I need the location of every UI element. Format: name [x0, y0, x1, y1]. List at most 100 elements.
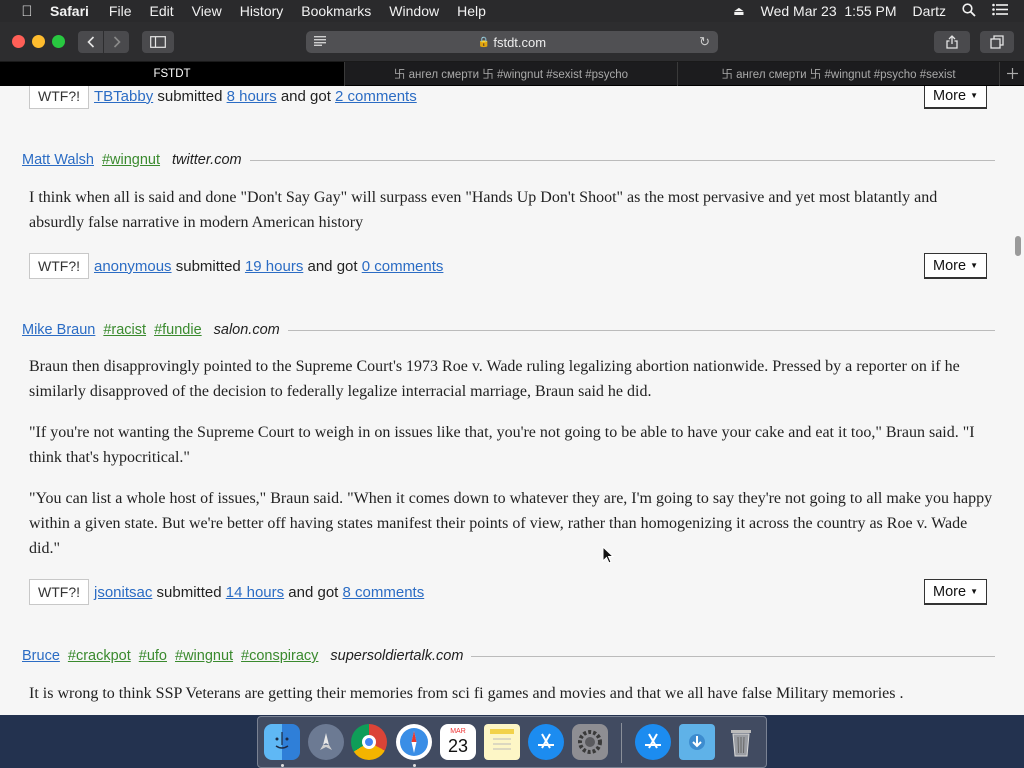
tag-link[interactable]: #ufo [139, 648, 167, 664]
divider [287, 329, 995, 331]
time-link[interactable]: 14 hours [226, 584, 284, 601]
plus-icon [1006, 68, 1018, 79]
finder-icon[interactable] [264, 724, 300, 760]
apple-icon[interactable]:  [18, 3, 36, 20]
system-preferences-icon[interactable] [572, 724, 608, 760]
web-content[interactable]: WTF?! TBTabby submitted 8 hours and got … [0, 86, 1024, 715]
source-label: supersoldiertalk.com [330, 648, 464, 664]
more-label: More [933, 87, 967, 104]
eject-icon[interactable]: ⏏ [733, 4, 744, 18]
lock-icon: 🔒 [477, 36, 491, 48]
submitted-text: submitted [156, 583, 222, 601]
downloads-folder-icon[interactable] [679, 724, 715, 760]
dock-separator [621, 723, 622, 763]
chrome-icon[interactable] [351, 724, 387, 760]
tag-link[interactable]: #wingnut [102, 152, 160, 168]
tab-2[interactable]: 卐 ангел смерти 卐 #wingnut #sexist #psych… [345, 62, 678, 86]
reload-icon[interactable]: ↻ [699, 34, 710, 50]
menu-history[interactable]: History [240, 3, 284, 19]
quote-paragraph: It is wrong to think SSP Veterans are ge… [29, 685, 904, 702]
minimize-window-button[interactable] [32, 35, 45, 48]
back-button[interactable] [78, 31, 103, 53]
quote-paragraph: I think when all is said and done "Don't… [29, 189, 938, 231]
notes-icon[interactable] [484, 724, 520, 760]
more-button[interactable]: More ▼ [924, 579, 987, 605]
app-store-icon[interactable] [528, 724, 564, 760]
got-text: and got [307, 257, 358, 275]
quote-paragraph: Braun then disapprovingly pointed to the… [29, 358, 960, 400]
share-button[interactable] [934, 31, 970, 53]
menu-app-name[interactable]: Safari [50, 3, 89, 19]
more-label: More [933, 583, 967, 600]
quote-paragraph: "If you're not wanting the Supreme Court… [29, 424, 975, 466]
spotlight-search-icon[interactable] [962, 2, 976, 20]
share-icon [946, 35, 958, 49]
user-name[interactable]: Dartz [913, 3, 946, 19]
time-link[interactable]: 8 hours [227, 88, 277, 105]
got-text: and got [280, 87, 331, 105]
divider [471, 655, 995, 657]
tag-link[interactable]: #racist [103, 322, 146, 338]
post-footer: WTF?! anonymous submitted 19 hours and g… [29, 253, 987, 279]
more-button[interactable]: More ▼ [924, 253, 987, 279]
notification-center-icon[interactable] [992, 3, 1008, 19]
trash-icon[interactable] [723, 724, 759, 760]
menu-edit[interactable]: Edit [149, 3, 173, 19]
submitter-link[interactable]: jsonitsac [94, 584, 152, 601]
zoom-window-button[interactable] [52, 35, 65, 48]
vertical-scrollbar[interactable] [1015, 236, 1021, 256]
safari-icon[interactable] [396, 724, 432, 760]
browser-toolbar: 🔒 fstdt.com ↻ [0, 22, 1024, 62]
sidebar-toggle-button[interactable] [142, 31, 174, 53]
post-quote: It is wrong to think SSP Veterans are ge… [29, 681, 995, 715]
screen:  Safari File Edit View History Bookmark… [0, 0, 1024, 768]
wtf-button[interactable]: WTF?! [29, 253, 89, 279]
author-link[interactable]: Matt Walsh [22, 152, 94, 168]
address-bar[interactable]: 🔒 fstdt.com ↻ [306, 31, 718, 53]
close-window-button[interactable] [12, 35, 25, 48]
sidebar-icon [150, 36, 166, 48]
author-link[interactable]: Bruce [22, 648, 60, 664]
tab-fstdt[interactable]: FSTDT [0, 62, 345, 86]
running-indicator [281, 764, 284, 767]
author-link[interactable]: Mike Braun [22, 322, 95, 338]
source-label: salon.com [213, 322, 280, 338]
quote-paragraph: "You can list a whole host of issues," B… [29, 490, 993, 557]
app-store-folder-icon[interactable] [635, 724, 671, 760]
comments-link[interactable]: 8 comments [343, 584, 425, 601]
menu-bar:  Safari File Edit View History Bookmark… [0, 0, 1024, 22]
more-button[interactable]: More ▼ [924, 86, 987, 109]
calendar-icon[interactable]: MAR 23 [440, 724, 476, 760]
menu-bookmarks[interactable]: Bookmarks [301, 3, 371, 19]
got-text: and got [288, 583, 339, 601]
time-link[interactable]: 19 hours [245, 258, 303, 275]
tabs-overview-icon [990, 35, 1004, 49]
new-tab-button[interactable] [1000, 62, 1024, 85]
submitter-link[interactable]: anonymous [94, 258, 172, 275]
tag-link[interactable]: #conspiracy [241, 648, 318, 664]
submitted-text: submitted [157, 87, 223, 105]
post-quote: I think when all is said and done "Don't… [29, 185, 995, 251]
tab-3[interactable]: 卐 ангел смерти 卐 #wingnut #psycho #sexis… [678, 62, 1000, 86]
menu-view[interactable]: View [192, 3, 222, 19]
forward-button[interactable] [104, 31, 129, 53]
wtf-button[interactable]: WTF?! [29, 579, 89, 605]
reader-view-icon[interactable] [314, 35, 326, 49]
mouse-pointer-icon [602, 546, 614, 564]
tag-link[interactable]: #crackpot [68, 648, 131, 664]
clock[interactable]: Wed Mar 23 1:55 PM [761, 3, 897, 19]
tag-link[interactable]: #wingnut [175, 648, 233, 664]
comments-link[interactable]: 0 comments [362, 258, 444, 275]
menu-window[interactable]: Window [389, 3, 439, 19]
more-label: More [933, 257, 967, 274]
launchpad-icon[interactable] [308, 724, 344, 760]
caret-down-icon: ▼ [970, 587, 978, 596]
show-tabs-button[interactable] [980, 31, 1014, 53]
post-header: Bruce #crackpot #ufo #wingnut #conspirac… [22, 646, 995, 666]
tag-link[interactable]: #fundie [154, 322, 202, 338]
comments-link[interactable]: 2 comments [335, 88, 417, 105]
menu-help[interactable]: Help [457, 3, 486, 19]
wtf-button[interactable]: WTF?! [29, 86, 89, 109]
menu-file[interactable]: File [109, 3, 132, 19]
submitter-link[interactable]: TBTabby [94, 88, 153, 105]
